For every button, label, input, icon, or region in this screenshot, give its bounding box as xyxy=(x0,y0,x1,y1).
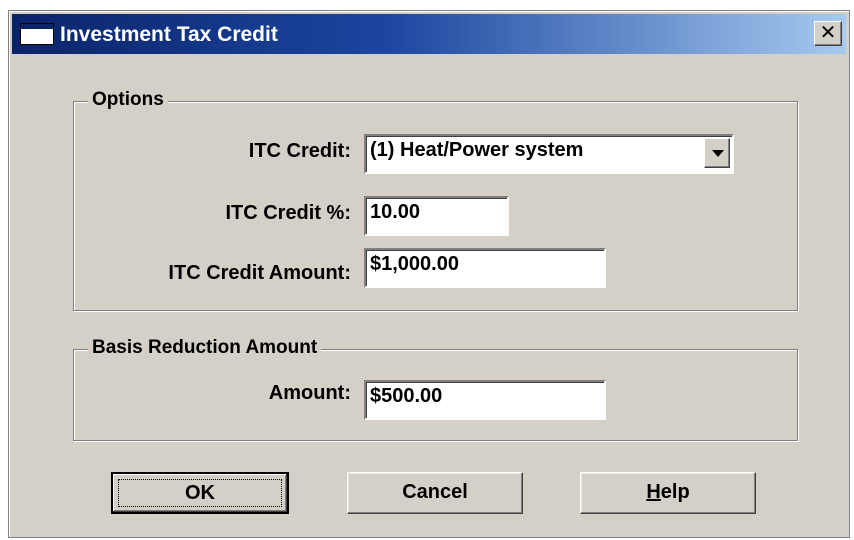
amount-field[interactable]: $500.00 xyxy=(364,380,606,420)
help-label-rest: elp xyxy=(660,481,690,503)
ok-button[interactable]: OK xyxy=(111,472,289,514)
help-button[interactable]: Help xyxy=(580,472,756,514)
cancel-button-label: Cancel xyxy=(402,481,468,503)
help-button-label: Help xyxy=(646,481,689,503)
basis-reduction-group: Basis Reduction Amount Amount: $500.00 xyxy=(73,337,798,441)
itc-amount-field[interactable]: $1,000.00 xyxy=(364,248,606,288)
itc-amount-label: ITC Credit Amount: xyxy=(168,262,351,284)
options-group: Options ITC Credit: (1) Heat/Power syste… xyxy=(73,89,798,311)
basis-reduction-group-label: Basis Reduction Amount xyxy=(88,337,322,359)
itc-percent-field[interactable]: 10.00 xyxy=(364,196,509,236)
close-button[interactable]: ✕ xyxy=(814,21,842,46)
itc-credit-selected-value: (1) Heat/Power system xyxy=(370,139,584,161)
help-mnemonic: H xyxy=(646,481,661,503)
itc-percent-label: ITC Credit %: xyxy=(225,202,351,224)
window-title: Investment Tax Credit xyxy=(60,23,278,46)
amount-value: $500.00 xyxy=(370,385,443,407)
itc-credit-select[interactable]: (1) Heat/Power system xyxy=(364,134,734,174)
window-icon xyxy=(20,23,54,45)
options-group-label: Options xyxy=(88,89,168,111)
chevron-down-icon[interactable] xyxy=(704,138,730,168)
close-icon: ✕ xyxy=(819,22,837,44)
cancel-button[interactable]: Cancel xyxy=(347,472,523,514)
ok-button-label: OK xyxy=(185,482,215,504)
itc-percent-value: 10.00 xyxy=(370,201,421,223)
itc-amount-value: $1,000.00 xyxy=(370,253,459,275)
amount-label: Amount: xyxy=(268,382,351,404)
title-bar[interactable]: Investment Tax Credit ✕ xyxy=(12,14,846,54)
itc-credit-label: ITC Credit: xyxy=(248,140,351,162)
dialog-window: Investment Tax Credit ✕ Options ITC Cred… xyxy=(8,10,850,538)
